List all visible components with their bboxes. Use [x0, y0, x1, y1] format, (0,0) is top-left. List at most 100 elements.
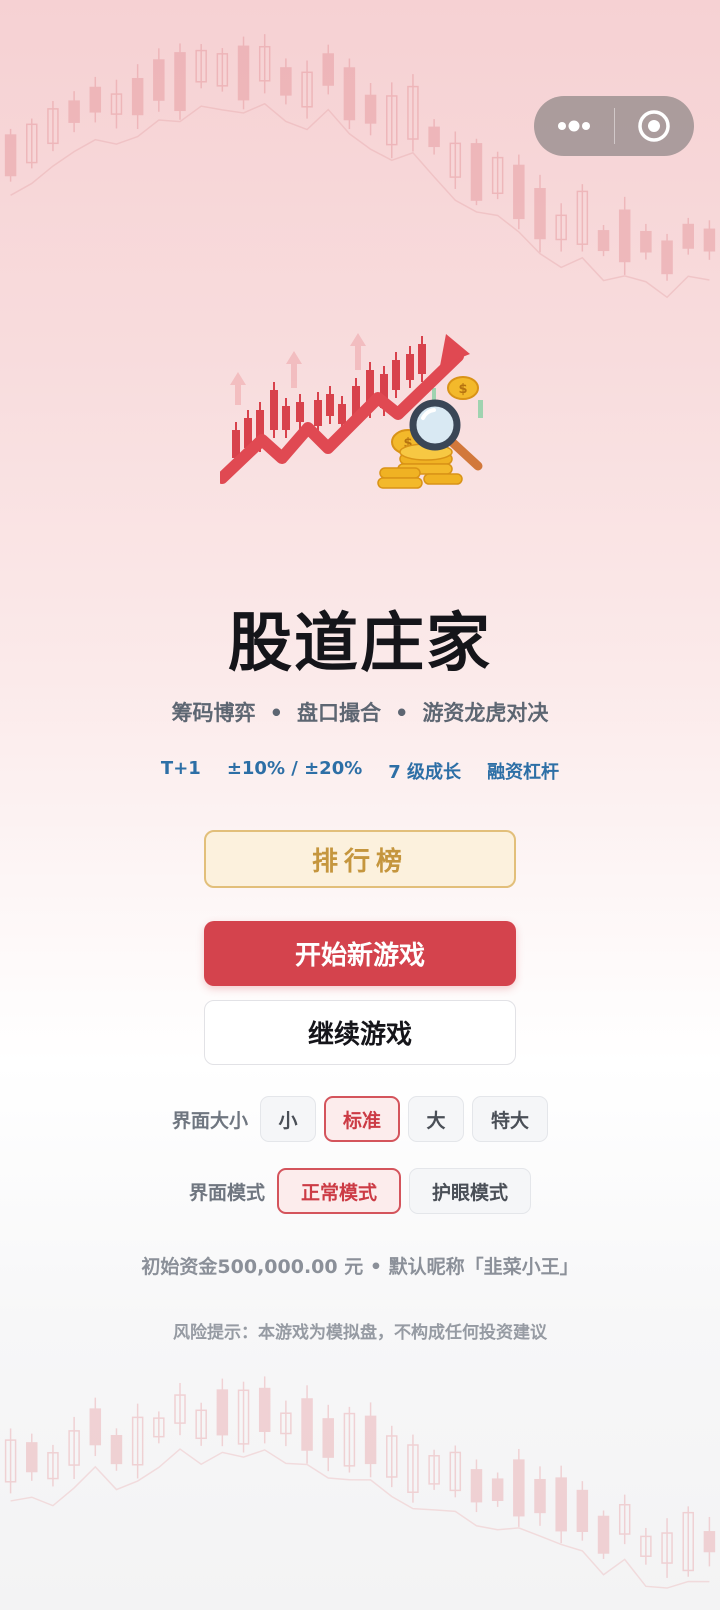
candle-body: [428, 126, 440, 148]
candle-body: [26, 1442, 38, 1473]
candle-body: [47, 108, 59, 145]
candle-body: [322, 53, 334, 86]
subtitle-part: 盘口撮合: [297, 701, 381, 725]
game-title: 股道庄家: [228, 607, 492, 681]
candle-body: [280, 67, 292, 96]
hero-candle-body: [314, 400, 322, 426]
candle-body: [110, 93, 123, 115]
hero-candle-body: [282, 406, 290, 430]
candle-body: [216, 53, 229, 87]
feature-tags: T+1 ±10% / ±20% 7 级成长 融资杠杆: [0, 758, 720, 784]
candle-body: [131, 77, 144, 116]
initial-capital-info: 初始资金500,000.00 元 • 默认昵称「韭菜小王」: [141, 1256, 579, 1278]
hero-candle-body: [326, 394, 334, 416]
candle-body: [364, 1415, 377, 1465]
candle-body: [343, 67, 356, 121]
candle-body: [449, 142, 462, 178]
candle-body: [597, 230, 610, 252]
candle-body: [280, 1412, 292, 1435]
hero-candle-body: [418, 344, 426, 374]
candle-body: [597, 1515, 610, 1554]
candle-body: [89, 86, 102, 113]
candle-body: [153, 1417, 165, 1438]
candle-body: [89, 1408, 102, 1446]
mode-option-normal[interactable]: 正常模式: [277, 1168, 401, 1214]
leaderboard-button[interactable]: 排行榜: [204, 830, 516, 888]
candle-body: [682, 1511, 694, 1572]
candle-body: [428, 1455, 440, 1485]
candle-body: [576, 1489, 589, 1533]
trend-line: [10, 1448, 710, 1589]
candle-body: [174, 52, 186, 112]
hero-candle-body: [392, 360, 400, 390]
hero-candle-body: [296, 402, 304, 422]
candle-body: [237, 1389, 250, 1445]
candle-body: [322, 1418, 334, 1458]
candle-body: [618, 1504, 631, 1535]
candle-body: [386, 1435, 398, 1478]
candle-body: [449, 1451, 462, 1492]
candle-body: [47, 1452, 59, 1480]
size-option-small[interactable]: 小: [260, 1096, 316, 1142]
candle-body: [661, 1532, 673, 1564]
candle-body: [153, 59, 165, 101]
mode-option-eye-care[interactable]: 护眼模式: [409, 1168, 531, 1214]
subtitle-part: 筹码博弈: [171, 701, 256, 725]
candle-body: [68, 1430, 80, 1466]
risk-notice: 风险提示：本游戏为模拟盘，不构成任何投资建议: [173, 1323, 547, 1343]
candle-body: [258, 45, 271, 82]
candle-body: [513, 1459, 525, 1517]
candle-body: [4, 1439, 17, 1483]
ui-mode-selector: 界面模式 正常模式 护眼模式: [0, 1168, 720, 1214]
background-candlestick-chart-bottom: [4, 1376, 716, 1589]
candle-body: [703, 1531, 716, 1553]
candle-body: [534, 1478, 546, 1514]
subtitle-separator: •: [395, 701, 409, 725]
feature-tag: T+1: [160, 758, 201, 779]
candle-body: [364, 94, 377, 124]
candle-body: [640, 1535, 652, 1557]
feature-tag: 融资杠杆: [487, 762, 560, 783]
candle-body: [216, 1389, 229, 1436]
candle-body: [470, 143, 483, 201]
candle-body: [195, 49, 207, 83]
hero-candle-body: [338, 404, 346, 424]
candle-body: [343, 1412, 356, 1467]
more-button[interactable]: [534, 96, 614, 156]
candle-body: [534, 188, 546, 240]
candle-body: [174, 1394, 186, 1424]
candle-body: [407, 85, 419, 140]
candle-body: [407, 1444, 419, 1493]
candle-body: [491, 156, 504, 195]
candle-body: [237, 45, 250, 101]
start-new-game-button[interactable]: 开始新游戏: [204, 921, 516, 986]
candle-body: [301, 71, 313, 108]
feature-tag: ±10% / ±20%: [226, 758, 363, 779]
feature-tag: 7 级成长: [388, 762, 462, 783]
hero-candle-body: [270, 390, 278, 430]
candle-body: [661, 240, 673, 275]
candle-body: [386, 95, 398, 146]
size-option-large[interactable]: 大: [408, 1096, 464, 1142]
continue-game-button[interactable]: 继续游戏: [204, 1000, 516, 1065]
candle-body: [513, 164, 525, 220]
ui-mode-label: 界面模式: [188, 1181, 265, 1204]
size-option-extra-large[interactable]: 特大: [472, 1096, 548, 1142]
candle-body: [576, 190, 589, 245]
hero-candle-body: [406, 354, 414, 380]
game-subtitle: 筹码博弈 • 盘口撮合 • 游资龙虎对决: [0, 697, 720, 727]
close-miniprogram-button[interactable]: [615, 96, 695, 156]
candle-body: [470, 1469, 483, 1503]
ui-size-selector: 界面大小 小 标准 大 特大: [0, 1096, 720, 1142]
candle-body: [301, 1398, 313, 1451]
candle-body: [618, 209, 631, 263]
size-option-standard[interactable]: 标准: [324, 1096, 400, 1142]
candle-body: [682, 223, 694, 249]
candle-body: [258, 1387, 271, 1433]
candle-body: [26, 123, 38, 164]
candle-body: [195, 1409, 207, 1440]
ui-size-label: 界面大小: [171, 1109, 248, 1132]
candle-body: [110, 1434, 123, 1465]
capsule-menu: [534, 96, 694, 156]
candle-body: [555, 1477, 567, 1532]
